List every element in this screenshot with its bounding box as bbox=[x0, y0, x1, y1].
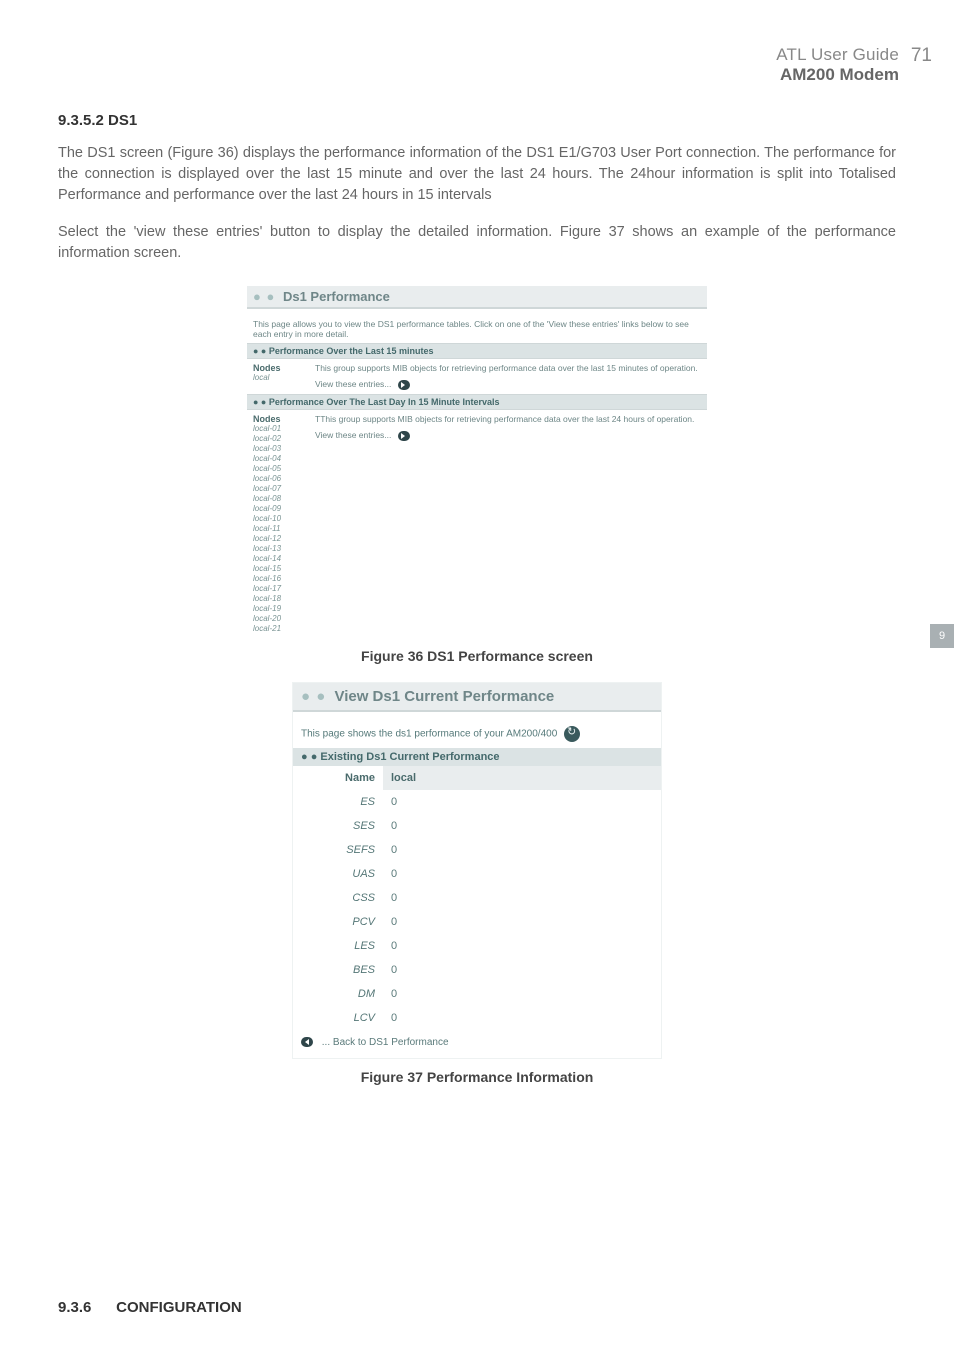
node-link[interactable]: local-16 bbox=[253, 574, 303, 584]
panel-bar-lastday: ● ● Performance Over The Last Day In 15 … bbox=[247, 394, 707, 410]
node-link[interactable]: local-06 bbox=[253, 474, 303, 484]
metric-value: 0 bbox=[383, 814, 661, 838]
node-link[interactable]: local-13 bbox=[253, 544, 303, 554]
node-link[interactable]: local-14 bbox=[253, 554, 303, 564]
metric-value: 0 bbox=[383, 886, 661, 910]
figure-36-screenshot: ● ● Ds1 Performance This page allows you… bbox=[247, 286, 707, 638]
node-link[interactable]: local-02 bbox=[253, 434, 303, 444]
existing-performance-bar: ● ● Existing Ds1 Current Performance bbox=[293, 748, 661, 766]
figure-37-caption: Figure 37 Performance Information bbox=[58, 1069, 896, 1085]
panel-description: TThis group supports MIB objects for ret… bbox=[315, 414, 701, 424]
node-link[interactable]: local-08 bbox=[253, 494, 303, 504]
nodes-column: Nodes local-01local-02local-03local-04lo… bbox=[247, 410, 309, 638]
node-link[interactable]: local-10 bbox=[253, 514, 303, 524]
model-name: AM200 Modem bbox=[780, 65, 899, 84]
node-link[interactable]: local-21 bbox=[253, 624, 303, 634]
metric-label: SES bbox=[293, 814, 383, 838]
back-link[interactable]: ... Back to DS1 Performance bbox=[301, 1037, 449, 1048]
screenshot-intro: This page shows the ds1 performance of y… bbox=[293, 712, 661, 748]
table-row: DM0 bbox=[293, 982, 661, 1006]
table-row: BES0 bbox=[293, 958, 661, 982]
name-label: Name bbox=[293, 766, 383, 790]
node-link[interactable]: local-01 bbox=[253, 424, 303, 434]
refresh-icon[interactable] bbox=[564, 726, 580, 742]
metric-label: ES bbox=[293, 790, 383, 814]
node-link[interactable]: local-12 bbox=[253, 534, 303, 544]
indicator-dots-icon: ● ● bbox=[253, 289, 275, 304]
figure-37-screenshot: ● ● View Ds1 Current Performance This pa… bbox=[292, 682, 662, 1059]
section-title: CONFIGURATION bbox=[116, 1299, 242, 1316]
metric-value: 0 bbox=[383, 934, 661, 958]
node-link[interactable]: local-17 bbox=[253, 584, 303, 594]
screenshot-title-bar: ● ● Ds1 Performance bbox=[247, 286, 707, 309]
indicator-dots-icon: ● ● bbox=[253, 397, 266, 407]
metric-label: BES bbox=[293, 958, 383, 982]
view-entries-link[interactable]: View these entries... bbox=[315, 430, 410, 441]
performance-table: Name local ES0SES0SEFS0UAS0CSS0PCV0LES0B… bbox=[293, 766, 661, 1030]
metric-label: UAS bbox=[293, 862, 383, 886]
metric-label: LCV bbox=[293, 1006, 383, 1030]
node-link[interactable]: local-20 bbox=[253, 614, 303, 624]
panel-description: This group supports MIB objects for retr… bbox=[315, 363, 701, 373]
paragraph: Select the 'view these entries' button t… bbox=[58, 222, 896, 264]
table-row: SEFS0 bbox=[293, 838, 661, 862]
arrow-left-icon bbox=[301, 1037, 313, 1047]
section-number: 9.3.6 bbox=[58, 1299, 112, 1316]
table-row: SES0 bbox=[293, 814, 661, 838]
table-row: ES0 bbox=[293, 790, 661, 814]
metric-value: 0 bbox=[383, 982, 661, 1006]
table-row: LCV0 bbox=[293, 1006, 661, 1030]
indicator-dots-icon: ● ● bbox=[301, 751, 317, 763]
node-link[interactable]: local-11 bbox=[253, 524, 303, 534]
page-header: ATL User Guide 71 AM200 Modem bbox=[776, 45, 899, 85]
node-link[interactable]: local-03 bbox=[253, 444, 303, 454]
view-entries-link[interactable]: View these entries... bbox=[315, 379, 410, 390]
table-row: PCV0 bbox=[293, 910, 661, 934]
metric-value: 0 bbox=[383, 1006, 661, 1030]
name-value: local bbox=[383, 766, 661, 790]
metric-value: 0 bbox=[383, 958, 661, 982]
paragraph: The DS1 screen (Figure 36) displays the … bbox=[58, 143, 896, 206]
nodes-header: Nodes bbox=[253, 363, 303, 373]
table-row: LES0 bbox=[293, 934, 661, 958]
screenshot-title-bar: ● ● View Ds1 Current Performance bbox=[293, 683, 661, 712]
screenshot-title: Ds1 Performance bbox=[283, 289, 390, 304]
metric-label: LES bbox=[293, 934, 383, 958]
section-heading-ds1: 9.3.5.2 DS1 bbox=[58, 112, 896, 129]
node-link[interactable]: local-09 bbox=[253, 504, 303, 514]
node-link[interactable]: local-19 bbox=[253, 604, 303, 614]
metric-value: 0 bbox=[383, 790, 661, 814]
metric-label: PCV bbox=[293, 910, 383, 934]
arrow-right-icon bbox=[398, 380, 410, 390]
node-link[interactable]: local-18 bbox=[253, 594, 303, 604]
metric-label: DM bbox=[293, 982, 383, 1006]
node-link[interactable]: local-15 bbox=[253, 564, 303, 574]
metric-value: 0 bbox=[383, 862, 661, 886]
metric-value: 0 bbox=[383, 838, 661, 862]
page-number: 71 bbox=[911, 45, 932, 67]
node-link[interactable]: local-05 bbox=[253, 464, 303, 474]
metric-label: SEFS bbox=[293, 838, 383, 862]
node-link[interactable]: local bbox=[253, 373, 303, 383]
figure-36-caption: Figure 36 DS1 Performance screen bbox=[58, 648, 896, 664]
metric-label: CSS bbox=[293, 886, 383, 910]
arrow-right-icon bbox=[398, 431, 410, 441]
node-link[interactable]: local-07 bbox=[253, 484, 303, 494]
node-link[interactable]: local-04 bbox=[253, 454, 303, 464]
metric-value: 0 bbox=[383, 910, 661, 934]
screenshot-title: View Ds1 Current Performance bbox=[334, 688, 554, 705]
table-row: CSS0 bbox=[293, 886, 661, 910]
screenshot-intro: This page allows you to view the DS1 per… bbox=[247, 309, 707, 343]
manual-title: ATL User Guide bbox=[776, 45, 899, 64]
nodes-column: Nodes local bbox=[247, 359, 309, 394]
chapter-tab: 9 bbox=[930, 624, 954, 648]
nodes-header: Nodes bbox=[253, 414, 303, 424]
table-row: UAS0 bbox=[293, 862, 661, 886]
indicator-dots-icon: ● ● bbox=[301, 688, 326, 705]
section-title: DS1 bbox=[108, 112, 137, 129]
section-heading-configuration: 9.3.6 CONFIGURATION bbox=[58, 1299, 242, 1316]
section-number: 9.3.5.2 bbox=[58, 112, 104, 129]
indicator-dots-icon: ● ● bbox=[253, 346, 266, 356]
panel-bar-15min: ● ● Performance Over the Last 15 minutes bbox=[247, 343, 707, 359]
